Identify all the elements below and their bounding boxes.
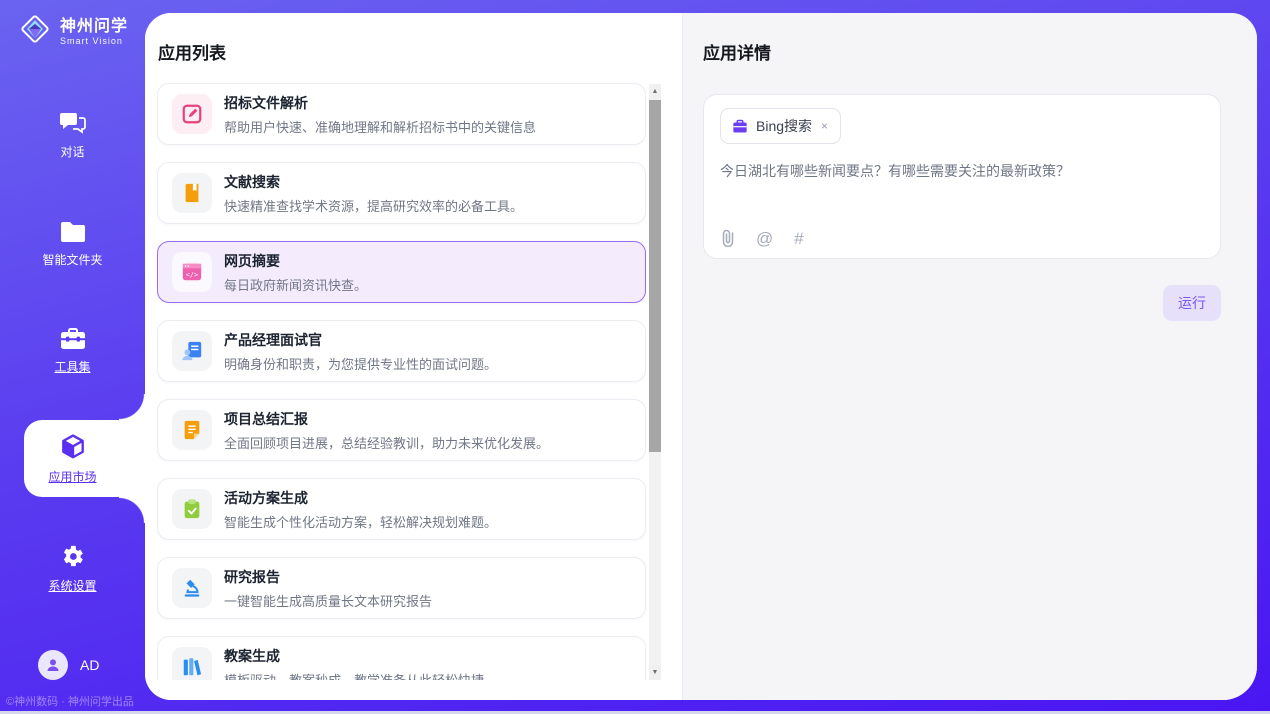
app-list-scrollbar[interactable]: ▲ ▼ xyxy=(649,84,661,680)
scrollbar-thumb[interactable] xyxy=(649,100,661,452)
app-card-pm-interviewer[interactable]: 产品经理面试官 明确身份和职责，为您提供专业性的面试问题。 xyxy=(157,320,646,382)
sidebar-item-smart-folders[interactable]: 智能文件夹 xyxy=(0,220,145,268)
app-card-description: 全面回顾项目进展，总结经验教训，助力未来优化发展。 xyxy=(224,433,549,452)
prompt-composer[interactable]: Bing搜索 × 今日湖北有哪些新闻要点？有哪些需要关注的最新政策？ @ # xyxy=(703,94,1221,259)
gear-icon xyxy=(59,543,86,570)
scroll-up-button[interactable]: ▲ xyxy=(649,84,661,99)
sidebar-item-label: 应用市场 xyxy=(48,468,96,485)
sidebar-item-chat[interactable]: 对话 xyxy=(0,110,145,160)
app-logo: 神州问学 Smart Vision xyxy=(18,12,128,46)
avatar xyxy=(38,650,68,680)
at-mention-icon[interactable]: @ xyxy=(756,230,773,247)
folder-icon xyxy=(59,220,87,244)
app-card-title: 产品经理面试官 xyxy=(224,330,497,350)
browser-code-icon: </> xyxy=(172,252,212,292)
query-input-text[interactable]: 今日湖北有哪些新闻要点？有哪些需要关注的最新政策？ xyxy=(720,161,1204,181)
app-list: 招标文件解析 帮助用户快速、准确地理解和解析招标书中的关键信息 文献搜索 快速精… xyxy=(157,83,646,680)
toolbox-icon xyxy=(59,327,87,351)
app-card-title: 招标文件解析 xyxy=(224,93,536,113)
paperclip-icon[interactable] xyxy=(721,229,735,247)
app-card-description: 帮助用户快速、准确地理解和解析招标书中的关键信息 xyxy=(224,117,536,136)
hash-tag-icon[interactable]: # xyxy=(794,230,803,247)
sidebar-item-settings[interactable]: 系统设置 xyxy=(0,543,145,594)
chip-close-icon[interactable]: × xyxy=(820,119,829,133)
briefcase-icon xyxy=(732,119,748,134)
app-card-research-report[interactable]: 研究报告 一键智能生成高质量长文本研究报告 xyxy=(157,557,646,619)
composer-toolbar: @ # xyxy=(721,229,804,247)
books-icon xyxy=(172,647,212,680)
app-card-title: 活动方案生成 xyxy=(224,488,497,508)
app-card-title: 项目总结汇报 xyxy=(224,409,549,429)
note-icon xyxy=(172,410,212,450)
app-card-lesson-plan[interactable]: 教案生成 模板驱动，教案秒成，教学准备从此轻松快捷 xyxy=(157,636,646,680)
app-card-description: 明确身份和职责，为您提供专业性的面试问题。 xyxy=(224,354,497,373)
clipboard-check-icon xyxy=(172,489,212,529)
sidebar-item-app-market[interactable]: 应用市场 xyxy=(0,433,145,485)
app-card-title: 研究报告 xyxy=(224,567,432,587)
app-detail-title: 应用详情 xyxy=(703,39,1221,64)
cube-icon xyxy=(59,433,87,461)
app-card-project-summary[interactable]: 项目总结汇报 全面回顾项目进展，总结经验教训，助力未来优化发展。 xyxy=(157,399,646,461)
tool-chip-bing-search[interactable]: Bing搜索 × xyxy=(720,108,841,144)
pen-square-icon xyxy=(172,94,212,134)
app-detail-panel: 应用详情 Bing搜索 × 今日湖北有哪些新闻要点？有哪些需要关注的最新政策？ xyxy=(682,13,1257,700)
app-card-description: 快速精准查找学术资源，提高研究效率的必备工具。 xyxy=(224,196,523,215)
app-card-title: 网页摘要 xyxy=(224,251,367,271)
sidebar: 神州问学 Smart Vision 对话 智能文件夹 xyxy=(0,0,145,714)
sidebar-item-label: 系统设置 xyxy=(48,577,96,594)
scroll-down-button[interactable]: ▼ xyxy=(649,665,661,680)
copyright-text: ©神州数码 · 神州问学出品 xyxy=(6,693,134,709)
run-button[interactable]: 运行 xyxy=(1163,285,1221,321)
chat-icon xyxy=(59,110,87,136)
sidebar-item-label: 智能文件夹 xyxy=(42,251,102,268)
app-card-event-plan[interactable]: 活动方案生成 智能生成个性化活动方案，轻松解决规划难题。 xyxy=(157,478,646,540)
app-card-description: 智能生成个性化活动方案，轻松解决规划难题。 xyxy=(224,512,497,531)
user-account[interactable]: AD xyxy=(38,650,99,680)
user-name: AD xyxy=(80,657,99,673)
microscope-icon xyxy=(172,568,212,608)
app-card-literature-search[interactable]: 文献搜索 快速精准查找学术资源，提高研究效率的必备工具。 xyxy=(157,162,646,224)
app-card-description: 每日政府新闻资讯快查。 xyxy=(224,275,367,294)
app-list-title: 应用列表 xyxy=(158,39,226,64)
app-card-description: 一键智能生成高质量长文本研究报告 xyxy=(224,591,432,610)
book-icon xyxy=(172,173,212,213)
app-card-title: 教案生成 xyxy=(224,646,484,666)
app-card-title: 文献搜索 xyxy=(224,172,523,192)
app-card-web-summary[interactable]: </> 网页摘要 每日政府新闻资讯快查。 xyxy=(157,241,646,303)
svg-text:</>: </> xyxy=(186,271,198,279)
app-card-bid-document-analysis[interactable]: 招标文件解析 帮助用户快速、准确地理解和解析招标书中的关键信息 xyxy=(157,83,646,145)
main-panel: 应用列表 招标文件解析 帮助用户快速、准确地理解和解析招标书中的关键信息 xyxy=(145,13,1257,700)
sidebar-item-toolset[interactable]: 工具集 xyxy=(0,327,145,375)
app-card-description: 模板驱动，教案秒成，教学准备从此轻松快捷 xyxy=(224,670,484,681)
logo-diamond-icon xyxy=(18,12,52,46)
app-list-panel: 应用列表 招标文件解析 帮助用户快速、准确地理解和解析招标书中的关键信息 xyxy=(145,13,682,700)
logo-title: 神州问学 xyxy=(60,12,128,36)
sidebar-item-label: 对话 xyxy=(60,143,84,160)
sidebar-item-label: 工具集 xyxy=(54,358,90,375)
tool-chip-label: Bing搜索 xyxy=(756,116,812,136)
logo-subtitle: Smart Vision xyxy=(60,36,128,46)
interviewer-icon xyxy=(172,331,212,371)
